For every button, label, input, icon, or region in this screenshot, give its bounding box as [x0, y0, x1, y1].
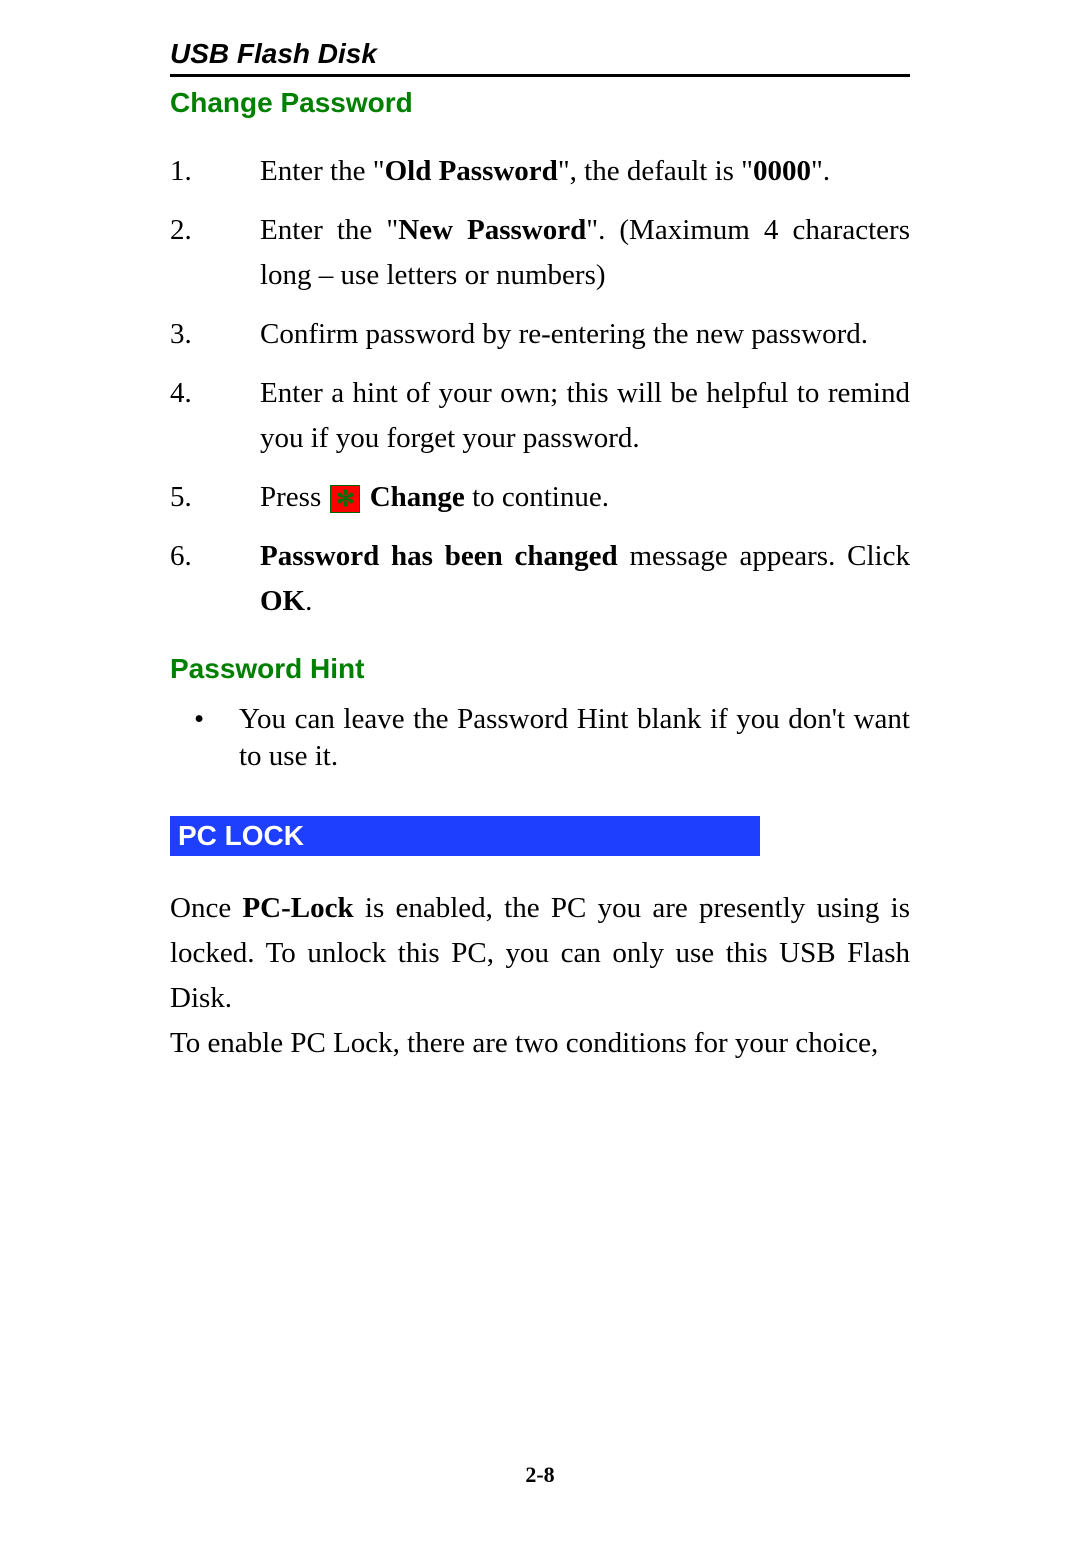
- step-3: Confirm password by re-entering the new …: [170, 312, 910, 357]
- step-bold: OK: [260, 585, 305, 617]
- step-bold: New Password: [398, 214, 586, 246]
- change-password-steps: Enter the "Old Password", the default is…: [170, 149, 910, 623]
- step-6: Password has been changed message appear…: [170, 534, 910, 624]
- step-text: to continue.: [465, 481, 609, 513]
- pc-lock-paragraph-1: Once PC-Lock is enabled, the PC you are …: [170, 886, 910, 1021]
- step-text: ", the default is ": [558, 155, 753, 187]
- step-text: Enter the ": [260, 155, 385, 187]
- step-text: message appears. Click: [618, 540, 910, 572]
- step-bold: Old Password: [385, 155, 558, 187]
- step-text: Press: [260, 481, 328, 513]
- hint-item: You can leave the Password Hint blank if…: [194, 701, 910, 774]
- step-1: Enter the "Old Password", the default is…: [170, 149, 910, 194]
- step-text: Confirm password by re-entering the new …: [260, 318, 868, 350]
- step-bold: 0000: [753, 155, 811, 187]
- hint-text: You can leave the Password Hint blank if…: [239, 703, 910, 771]
- step-text: Enter the ": [260, 214, 398, 246]
- heading-change-password: Change Password: [170, 87, 910, 119]
- step-bold: Change: [362, 481, 464, 513]
- change-icon: [330, 485, 360, 513]
- step-5: Press Change to continue.: [170, 475, 910, 520]
- page-number: 2-8: [525, 1462, 554, 1488]
- step-bold: Password has been changed: [260, 540, 618, 572]
- text-bold: PC-Lock: [242, 892, 353, 924]
- step-2: Enter the "New Password". (Maximum 4 cha…: [170, 208, 910, 298]
- heading-pc-lock: PC LOCK: [170, 816, 760, 856]
- page-title: USB Flash Disk: [170, 38, 910, 77]
- step-text: .: [305, 585, 312, 617]
- page: USB Flash Disk Change Password Enter the…: [170, 38, 910, 1526]
- step-text: Enter a hint of your own; this will be h…: [260, 377, 910, 454]
- password-hint-section: Password Hint You can leave the Password…: [170, 653, 910, 774]
- step-4: Enter a hint of your own; this will be h…: [170, 371, 910, 461]
- heading-password-hint: Password Hint: [170, 653, 910, 685]
- text: Once: [170, 892, 242, 924]
- step-text: ".: [811, 155, 830, 187]
- pc-lock-paragraph-2: To enable PC Lock, there are two conditi…: [170, 1021, 910, 1066]
- password-hint-list: You can leave the Password Hint blank if…: [170, 701, 910, 774]
